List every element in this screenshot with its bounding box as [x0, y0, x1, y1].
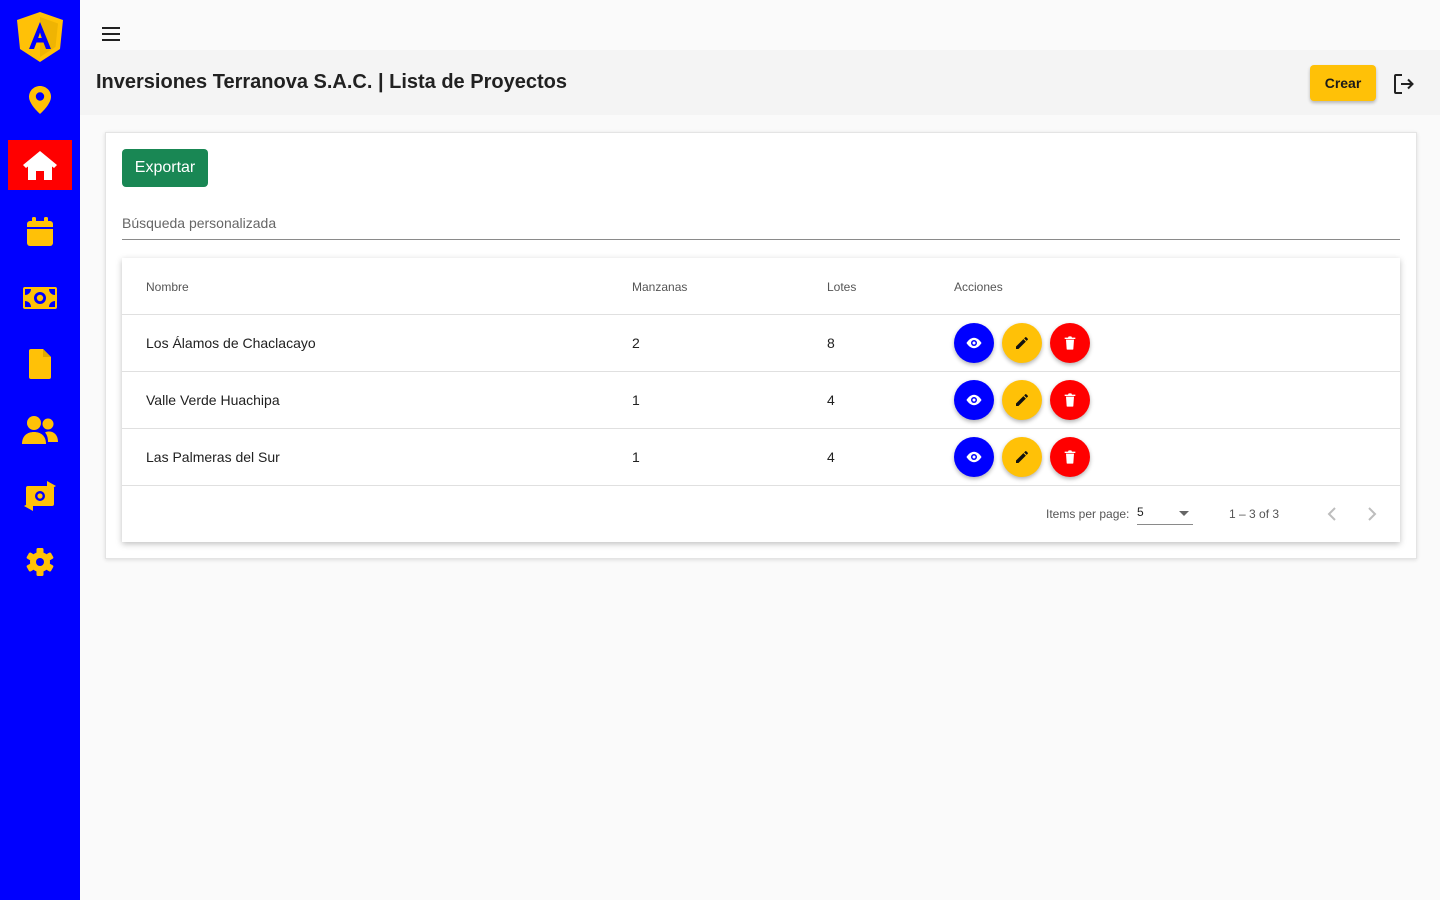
create-button[interactable]: Crear: [1310, 65, 1376, 101]
delete-button[interactable]: [1050, 380, 1090, 420]
table-row: Los Álamos de Chaclacayo 2 8: [122, 315, 1400, 372]
page-size-value: 5: [1137, 505, 1144, 519]
file-icon: [29, 349, 51, 379]
logout-button[interactable]: [1392, 72, 1416, 96]
logout-icon: [1394, 74, 1414, 94]
cell-nombre: Los Álamos de Chaclacayo: [146, 335, 316, 351]
app-logo[interactable]: [15, 11, 65, 63]
trash-icon: [1064, 450, 1076, 464]
sidebar-item-documents[interactable]: [8, 339, 72, 389]
edit-button[interactable]: [1002, 380, 1042, 420]
column-header-nombre[interactable]: Nombre: [146, 280, 189, 294]
search-field: [122, 211, 1400, 240]
sidebar-item-payments[interactable]: [8, 273, 72, 323]
cell-manzanas: 2: [632, 335, 640, 351]
cell-lotes: 4: [827, 449, 835, 465]
sidebar: [0, 0, 80, 900]
cell-nombre: Las Palmeras del Sur: [146, 449, 280, 465]
sidebar-item-clients[interactable]: [8, 405, 72, 455]
table-row: Valle Verde Huachipa 1 4: [122, 372, 1400, 429]
top-bar: [80, 0, 1440, 50]
home-icon: [23, 151, 57, 180]
previous-page-button[interactable]: [1318, 500, 1346, 528]
trash-icon: [1064, 336, 1076, 350]
eye-icon: [966, 337, 982, 349]
next-page-button[interactable]: [1358, 500, 1386, 528]
money-exchange-icon: [24, 481, 56, 511]
location-pin-icon: [29, 86, 51, 114]
pencil-icon: [1016, 451, 1028, 463]
projects-card: Exportar Nombre Manzanas Lotes Acciones …: [105, 132, 1417, 559]
users-icon: [22, 416, 58, 444]
export-button[interactable]: Exportar: [122, 149, 208, 187]
trash-icon: [1064, 393, 1076, 407]
delete-button[interactable]: [1050, 323, 1090, 363]
edit-button[interactable]: [1002, 437, 1042, 477]
page-range-label: 1 – 3 of 3: [1229, 507, 1280, 521]
cell-manzanas: 1: [632, 392, 640, 408]
view-button[interactable]: [954, 437, 994, 477]
sidebar-item-settings[interactable]: [8, 537, 72, 587]
chevron-right-icon: [1368, 507, 1377, 521]
paginator: Items per page: 5 1 – 3 of 3: [122, 486, 1400, 542]
view-button[interactable]: [954, 323, 994, 363]
chevron-left-icon: [1327, 507, 1336, 521]
dropdown-arrow-icon: [1179, 511, 1189, 516]
edit-button[interactable]: [1002, 323, 1042, 363]
angular-logo-icon: [17, 12, 63, 62]
page-size-select[interactable]: 5: [1137, 502, 1193, 525]
calendar-icon: [27, 217, 53, 246]
gear-icon: [26, 548, 54, 576]
sidebar-item-calendar[interactable]: [8, 207, 72, 257]
column-header-lotes[interactable]: Lotes: [827, 280, 856, 294]
cell-nombre: Valle Verde Huachipa: [146, 392, 280, 408]
table-header-row: Nombre Manzanas Lotes Acciones: [122, 258, 1400, 315]
pencil-icon: [1016, 337, 1028, 349]
menu-toggle-button[interactable]: [100, 22, 122, 46]
hamburger-menu-icon: [102, 27, 120, 41]
projects-table: Nombre Manzanas Lotes Acciones Los Álamo…: [122, 258, 1400, 542]
delete-button[interactable]: [1050, 437, 1090, 477]
cell-manzanas: 1: [632, 449, 640, 465]
cell-lotes: 4: [827, 392, 835, 408]
cell-lotes: 8: [827, 335, 835, 351]
table-row: Las Palmeras del Sur 1 4: [122, 429, 1400, 486]
page-title: Inversiones Terranova S.A.C. | Lista de …: [96, 71, 567, 93]
view-button[interactable]: [954, 380, 994, 420]
items-per-page-label: Items per page:: [1046, 507, 1130, 521]
eye-icon: [966, 451, 982, 463]
sidebar-item-transactions[interactable]: [8, 471, 72, 521]
money-bill-icon: [23, 287, 57, 309]
sidebar-item-home[interactable]: [8, 140, 72, 190]
page-header: Inversiones Terranova S.A.C. | Lista de …: [80, 50, 1440, 115]
column-header-acciones: Acciones: [954, 280, 1003, 294]
column-header-manzanas[interactable]: Manzanas: [632, 280, 687, 294]
eye-icon: [966, 394, 982, 406]
search-input[interactable]: [122, 211, 1400, 235]
sidebar-item-location[interactable]: [8, 75, 72, 125]
pencil-icon: [1016, 394, 1028, 406]
